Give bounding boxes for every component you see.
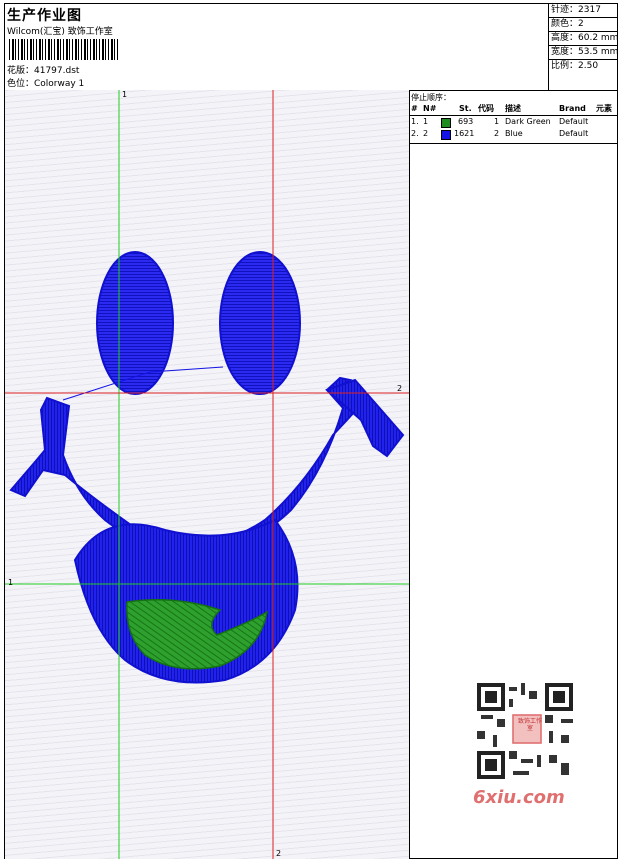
worksheet-title: 生产作业图 [7, 8, 82, 24]
barcode [9, 39, 119, 60]
right-eye [219, 251, 301, 395]
embroidery-preview [5, 90, 409, 859]
stop-sequence-title: 停止顺序： [411, 93, 451, 102]
row-code: 2 [494, 129, 500, 138]
row-index: 1. [411, 117, 419, 126]
row-brand: Default [559, 117, 589, 126]
row-description: Blue [505, 129, 523, 138]
row-needle: 1 [423, 117, 429, 126]
header-info: 生产作业图 Wilcom(汇宝) 致饰工作室 花版：41797.dst 色位：C… [5, 4, 549, 90]
row-index: 2. [411, 129, 419, 138]
table-row[interactable]: 2. 2 1621 2 Blue Default [410, 128, 617, 140]
stat-stitches: 针迹：2317 [549, 4, 617, 18]
row-stitches: 693 [458, 117, 474, 126]
stat-height: 高度：60.2 mm [549, 32, 618, 46]
stop-table-header: # N# St. 代码 描述 Brand 元素 [410, 103, 617, 116]
color-swatch [441, 130, 451, 140]
design-canvas[interactable]: 1 1 2 2 [5, 90, 410, 859]
guide-label-green-left: 1 [8, 578, 14, 587]
stat-width: 宽度：53.5 mm [549, 46, 618, 60]
col-index: # [411, 104, 418, 113]
col-description: 描述 [505, 104, 521, 113]
stats-panel: 针迹：2317 颜色：2 高度：60.2 mm 宽度：53.5 mm 比例：2.… [549, 4, 618, 90]
colorway: 色位：Colorway 1 [7, 79, 85, 89]
guide-label-red-right: 2 [397, 384, 403, 393]
smile-mouth [9, 376, 367, 554]
stamp-text: 致饰工作室 [517, 718, 542, 732]
stat-scale: 比例：2.50 [551, 61, 599, 71]
row-stitches: 1621 [454, 129, 475, 138]
smile-right-end [325, 378, 405, 458]
color-swatch [441, 118, 451, 128]
col-stitches: St. [459, 104, 472, 113]
col-code: 代码 [478, 104, 494, 113]
watermark-text: 6xiu.com [473, 787, 565, 808]
col-needle: N# [423, 104, 437, 113]
row-brand: Default [559, 129, 589, 138]
stop-sequence-panel: 停止顺序： # N# St. 代码 描述 Brand 元素 1. 1 693 1… [410, 90, 617, 144]
col-element: 元素 [596, 104, 612, 113]
table-row[interactable]: 1. 1 693 1 Dark Green Default [410, 116, 617, 128]
studio-name: Wilcom(汇宝) 致饰工作室 [7, 27, 113, 37]
col-brand: Brand [559, 104, 586, 113]
worksheet-header: 生产作业图 Wilcom(汇宝) 致饰工作室 花版：41797.dst 色位：C… [5, 4, 618, 91]
row-needle: 2 [423, 129, 429, 138]
guide-label-red-bottom: 2 [276, 849, 282, 858]
left-eye [96, 251, 174, 395]
guide-label-green-top: 1 [122, 90, 128, 99]
row-description: Dark Green [505, 117, 551, 126]
row-code: 1 [494, 117, 500, 126]
pattern-file: 花版：41797.dst [7, 66, 80, 76]
stat-colors: 颜色：2 [549, 18, 617, 32]
watermark: 致饰工作室 6xiu.com [467, 679, 585, 809]
